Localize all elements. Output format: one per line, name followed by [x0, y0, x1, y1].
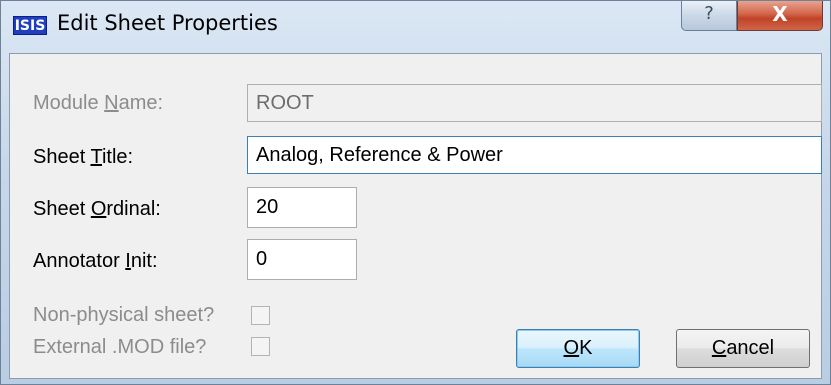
module-name-label: Module Name: [33, 92, 164, 114]
external-mod-label: External .MOD file? [33, 336, 207, 358]
window-title: Edit Sheet Properties [57, 11, 278, 35]
cancel-button[interactable]: Cancel [676, 329, 810, 368]
module-name-field: ROOT [247, 84, 822, 122]
non-physical-checkbox[interactable] [251, 306, 270, 325]
sheet-title-label: Sheet Title: [33, 146, 134, 168]
sheet-title-input[interactable]: Analog, Reference & Power [247, 136, 822, 174]
help-button[interactable]: ? [681, 1, 737, 31]
non-physical-label: Non-physical sheet? [33, 304, 215, 326]
ok-button[interactable]: OK [516, 329, 640, 368]
sheet-ordinal-label: Sheet Ordinal: [33, 198, 161, 220]
close-icon: X [772, 2, 788, 26]
dialog-body: Module Name: ROOT Sheet Title: Analog, R… [9, 53, 822, 379]
annotator-init-input[interactable]: 0 [247, 239, 357, 280]
title-bar[interactable]: ISIS Edit Sheet Properties ? X [1, 1, 830, 47]
dialog-window: ISIS Edit Sheet Properties ? X Module Na… [0, 0, 831, 385]
sheet-ordinal-input[interactable]: 20 [247, 187, 357, 228]
external-mod-checkbox[interactable] [251, 337, 270, 356]
annotator-init-label: Annotator Init: [33, 250, 158, 272]
close-button[interactable]: X [737, 1, 823, 31]
isis-app-icon: ISIS [13, 16, 47, 35]
help-icon: ? [704, 3, 714, 24]
